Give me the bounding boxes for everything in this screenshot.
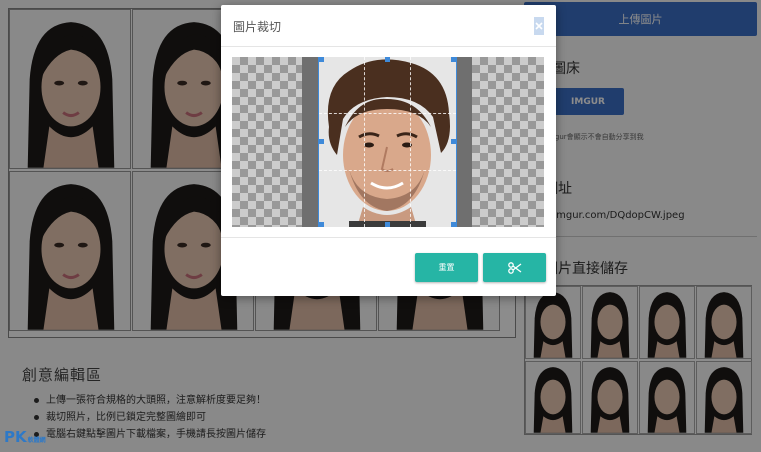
scissors-icon <box>507 261 521 274</box>
modal-title: 圖片裁切 <box>233 20 282 34</box>
modal-header: 圖片裁切 <box>221 5 556 47</box>
crop-handle[interactable] <box>319 222 324 227</box>
crop-canvas[interactable] <box>232 57 544 227</box>
crop-handle[interactable] <box>385 57 390 62</box>
photo-backdrop-right <box>456 57 472 227</box>
crop-guide-line <box>410 57 411 227</box>
crop-guide-line <box>319 170 456 171</box>
crop-selection-box[interactable] <box>318 57 457 227</box>
man-portrait-image <box>319 57 456 227</box>
crop-handle[interactable] <box>319 57 324 62</box>
crop-handle[interactable] <box>385 222 390 227</box>
crop-handle[interactable] <box>451 222 456 227</box>
close-button[interactable] <box>534 17 544 35</box>
crop-modal: 圖片裁切 重置 <box>221 5 556 296</box>
crop-guide-line <box>319 113 456 114</box>
crop-handle[interactable] <box>451 57 456 62</box>
reset-button[interactable]: 重置 <box>415 253 478 282</box>
crop-handle[interactable] <box>319 139 324 144</box>
photo-backdrop-left <box>302 57 319 227</box>
crop-guide-line <box>364 57 365 227</box>
close-icon <box>535 22 543 30</box>
crop-button[interactable] <box>483 253 546 282</box>
site-watermark-logo: PK軟體網 <box>4 428 46 446</box>
modal-footer-divider <box>221 237 556 238</box>
crop-handle[interactable] <box>451 139 456 144</box>
